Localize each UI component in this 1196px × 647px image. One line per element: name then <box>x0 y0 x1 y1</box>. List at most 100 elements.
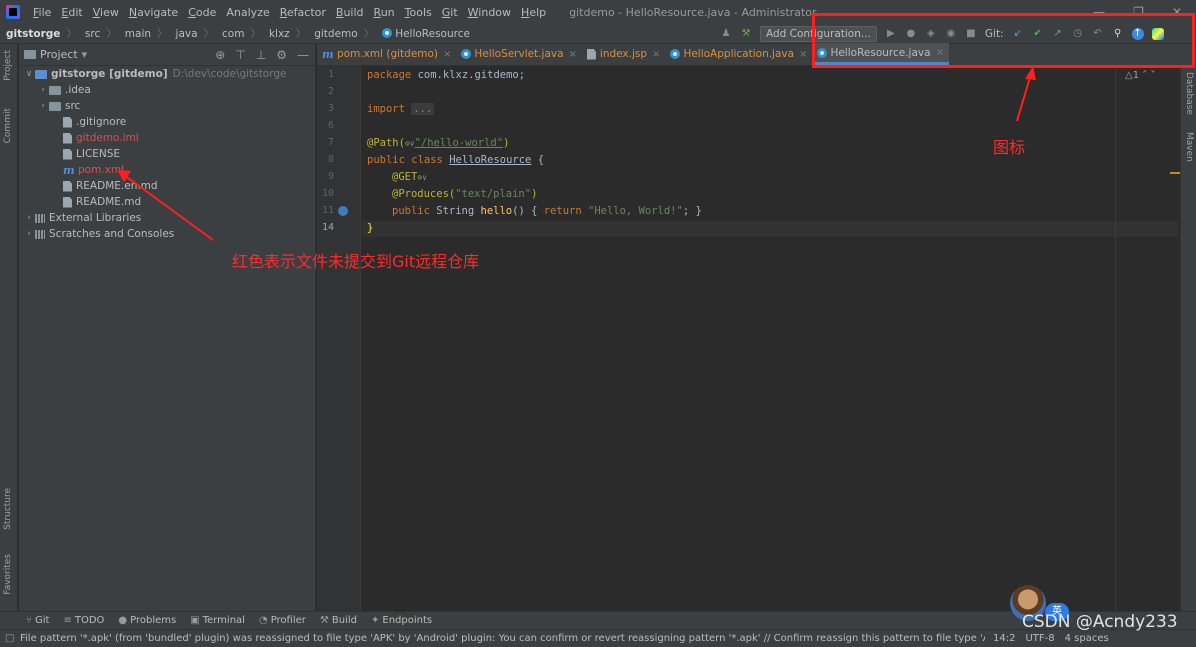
breadcrumb-item[interactable]: src <box>79 28 100 40</box>
tree-item[interactable]: › Scratches and Consoles <box>19 226 315 242</box>
file-encoding[interactable]: UTF-8 <box>1025 633 1054 644</box>
warning-stripe-marker[interactable] <box>1170 172 1180 174</box>
editor-tab[interactable]: m pom.xml (gitdemo) × <box>317 43 456 65</box>
line-number: 10 <box>321 188 334 199</box>
project-header-actions: ⊕ ⊤ ⊥ ⚙ — <box>215 48 315 62</box>
structure-tool-tab[interactable]: Structure <box>3 488 13 530</box>
tree-item[interactable]: README.md <box>19 194 315 210</box>
tree-item[interactable]: m pom.xml <box>19 162 315 178</box>
line-number: 8 <box>327 154 334 165</box>
tree-item-label: gitdemo.iml <box>76 132 139 144</box>
hide-icon[interactable]: — <box>297 48 309 62</box>
file-icon <box>63 180 72 192</box>
file-icon <box>63 148 72 160</box>
tool-window-todo[interactable]: ≡ TODO <box>63 615 104 626</box>
tool-window-git[interactable]: ⑂ Git <box>26 615 49 626</box>
breadcrumb-item[interactable]: java <box>170 28 198 40</box>
expand-chevron-icon[interactable]: ∨ <box>23 69 35 79</box>
user-icon[interactable]: ♟ <box>720 28 732 40</box>
maven-tool-tab[interactable]: Maven <box>1184 132 1194 162</box>
tool-window-profiler[interactable]: ◔ Profiler <box>259 615 306 626</box>
breadcrumb-item[interactable]: com <box>216 28 244 40</box>
breadcrumb-item[interactable]: HelloResource <box>376 27 470 40</box>
menu-build[interactable]: Build <box>331 6 369 19</box>
breadcrumb-separator: 〉 <box>250 28 261 40</box>
locate-icon[interactable]: ⊕ <box>215 48 225 62</box>
menu-tools[interactable]: Tools <box>400 6 437 19</box>
menu-file[interactable]: File <box>28 6 56 19</box>
tree-item-label: .idea <box>65 84 91 96</box>
editor-tab[interactable]: HelloApplication.java × <box>665 43 812 65</box>
breadcrumb-item[interactable]: gitdemo <box>308 28 357 40</box>
intellij-logo-icon <box>6 5 20 19</box>
line-number: 1 <box>327 69 334 80</box>
menu-code[interactable]: Code <box>183 6 221 19</box>
chevron-down-icon[interactable]: ▾ <box>82 48 88 61</box>
code-editor[interactable]: package com.klxz.gitdemo; import ... @Pa… <box>362 66 1178 611</box>
expand-chevron-icon[interactable]: › <box>23 213 35 223</box>
close-tab-icon[interactable]: × <box>799 49 807 60</box>
favorites-tool-tab[interactable]: Favorites <box>3 554 13 595</box>
menu-refactor[interactable]: Refactor <box>275 6 331 19</box>
expand-chevron-icon[interactable]: › <box>37 101 49 111</box>
expand-all-icon[interactable]: ⊤ <box>235 48 245 62</box>
run-gutter-icon[interactable] <box>338 206 348 216</box>
tree-item[interactable]: ∨ gitstorge [gitdemo] D:\dev\code\gitstorg… <box>19 66 315 82</box>
breadcrumb-separator: 〉 <box>363 28 375 40</box>
tool-window-problems[interactable]: ● Problems <box>118 615 176 626</box>
file-icon <box>63 196 72 208</box>
menu-window[interactable]: Window <box>463 6 516 19</box>
close-tab-icon[interactable]: × <box>652 49 660 60</box>
build-hammer-icon[interactable]: ⚒ <box>740 28 752 40</box>
close-tab-icon[interactable]: × <box>443 49 451 60</box>
commit-tool-tab[interactable]: Commit <box>3 108 13 143</box>
close-tab-icon[interactable]: × <box>569 49 577 60</box>
menu-analyze[interactable]: Analyze <box>221 6 274 19</box>
menu-run[interactable]: Run <box>369 6 400 19</box>
project-tool-tab[interactable]: Project <box>3 50 13 81</box>
editor-tab[interactable]: HelloServlet.java × <box>456 43 582 65</box>
csdn-watermark: CSDN @Acndy233 <box>1022 612 1178 632</box>
status-widgets: 14:2 UTF-8 4 spaces <box>985 633 1109 644</box>
expand-chevron-icon[interactable]: › <box>37 85 49 95</box>
database-tool-tab[interactable]: Database <box>1184 72 1194 115</box>
collapse-all-icon[interactable]: ⊥ <box>256 48 266 62</box>
menu-edit[interactable]: Edit <box>56 6 87 19</box>
project-view-selector[interactable]: Project <box>40 48 78 61</box>
menu-help[interactable]: Help <box>516 6 551 19</box>
breadcrumb-item[interactable]: klxz <box>263 28 290 40</box>
tree-item-label: Scratches and Consoles <box>49 228 175 240</box>
tree-item-label: .gitignore <box>76 116 127 128</box>
indent-setting[interactable]: 4 spaces <box>1065 633 1109 644</box>
breadcrumb-item[interactable]: main <box>119 28 151 40</box>
tree-item[interactable]: gitdemo.iml <box>19 130 315 146</box>
editor-tab[interactable]: index.jsp × <box>582 43 666 65</box>
menu-navigate[interactable]: Navigate <box>124 6 183 19</box>
folded-imports[interactable]: ... <box>411 103 435 115</box>
menu-view[interactable]: View <box>88 6 124 19</box>
expand-chevron-icon[interactable]: › <box>23 229 35 239</box>
tool-window-terminal[interactable]: ▣ Terminal <box>190 615 245 626</box>
tree-item-label: External Libraries <box>49 212 142 224</box>
menu-git[interactable]: Git <box>437 6 463 19</box>
right-tool-stripe: Database Maven <box>1180 66 1196 611</box>
event-log-icon[interactable]: □ <box>5 633 14 644</box>
breadcrumb-item[interactable]: gitstorge <box>0 28 60 40</box>
tree-item[interactable]: .gitignore <box>19 114 315 130</box>
tree-item[interactable]: › External Libraries <box>19 210 315 226</box>
tool-window-endpoints[interactable]: ✦ Endpoints <box>371 615 432 626</box>
tool-window-build[interactable]: ⚒ Build <box>320 615 357 626</box>
file-icon <box>63 132 72 144</box>
editor-tab-label: HelloApplication.java <box>683 48 795 60</box>
inspection-widget[interactable]: △1 ˄ ˅ <box>1125 70 1155 81</box>
tree-item[interactable]: LICENSE <box>19 146 315 162</box>
caret-position[interactable]: 14:2 <box>993 633 1015 644</box>
tree-item-label: gitstorge [gitdemo] <box>51 68 168 80</box>
tree-item[interactable]: README.en.md <box>19 178 315 194</box>
tree-item[interactable]: › src <box>19 98 315 114</box>
tree-item[interactable]: › .idea <box>19 82 315 98</box>
gear-icon[interactable]: ⚙ <box>276 48 287 62</box>
line-number: 14 <box>321 222 334 233</box>
status-message[interactable]: File pattern '*.apk' (from 'bundled' plu… <box>0 633 985 644</box>
editor-gutter: 1 2 3 6 7 8 9 10 11 14 <box>317 66 361 611</box>
